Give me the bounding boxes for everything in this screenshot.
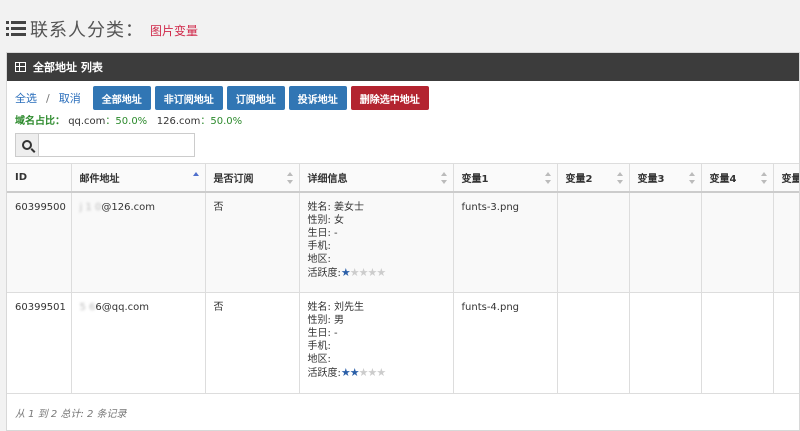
sort-icon bbox=[544, 172, 551, 184]
sort-asc-icon bbox=[192, 172, 199, 184]
star-icon: ★ bbox=[349, 265, 360, 279]
search-input[interactable] bbox=[38, 133, 195, 157]
complaint-addresses-button[interactable]: 投诉地址 bbox=[288, 86, 347, 110]
sort-icon bbox=[688, 172, 695, 184]
qq-percent: ：50.0% bbox=[105, 116, 148, 127]
panel-header: 全部地址 列表 bbox=[7, 53, 799, 81]
cell-var5 bbox=[773, 292, 799, 394]
table-row[interactable]: 60399500 j 1 0@126.com 否 姓名: 姜女士 性别: 女 生… bbox=[7, 191, 799, 293]
sort-icon bbox=[616, 172, 623, 184]
all-addresses-button[interactable]: 全部地址 bbox=[92, 86, 151, 110]
col-var1[interactable]: 变量1 bbox=[453, 163, 558, 193]
sort-icon bbox=[440, 172, 447, 184]
domain-share-label: 域名占比： bbox=[15, 116, 65, 127]
col-var2[interactable]: 变量2 bbox=[557, 163, 630, 193]
col-email[interactable]: 邮件地址 bbox=[71, 163, 206, 193]
table-row[interactable]: 60399501 5 66@qq.com 否 姓名: 刘先生 性别: 男 生日:… bbox=[7, 292, 799, 394]
domain-share: 域名占比： qq.com：50.0% 126.com：50.0% bbox=[15, 112, 242, 127]
star-icon: ★ bbox=[340, 265, 351, 279]
cancel-select-link[interactable]: 取消 bbox=[59, 90, 81, 106]
star-icon: ★ bbox=[376, 265, 386, 279]
page-subtitle: 图片变量 bbox=[150, 24, 199, 38]
cell-var1: funts-3.png bbox=[453, 191, 558, 293]
footer-divider bbox=[7, 393, 799, 394]
address-table: ID 邮件地址 是否订阅 详细信息 变量1 变量2 变量3 变量4 变量 603… bbox=[7, 163, 799, 394]
cell-subscribed: 否 bbox=[205, 191, 300, 293]
table-header-row: ID 邮件地址 是否订阅 详细信息 变量1 变量2 变量3 变量4 变量 bbox=[7, 163, 799, 193]
126-domain: 126.com bbox=[156, 116, 201, 127]
cell-subscribed: 否 bbox=[205, 292, 300, 394]
page-header: 联系人分类： 图片变量 bbox=[6, 14, 198, 44]
col-var3[interactable]: 变量3 bbox=[629, 163, 702, 193]
col-details[interactable]: 详细信息 bbox=[299, 163, 454, 193]
sort-icon bbox=[760, 172, 767, 184]
cell-var4 bbox=[701, 292, 774, 394]
star-icon: ★ bbox=[358, 265, 369, 279]
sort-icon bbox=[286, 172, 293, 184]
select-all-link[interactable]: 全选 bbox=[15, 90, 37, 106]
cell-var2 bbox=[557, 292, 630, 394]
qq-domain: qq.com bbox=[68, 116, 106, 127]
table-footer-summary: 从 1 到 2 总计: 2 条记录 bbox=[15, 409, 127, 420]
subscribed-addresses-button[interactable]: 订阅地址 bbox=[226, 86, 285, 110]
activity-stars: ★★★★★ bbox=[340, 265, 386, 280]
cell-var3 bbox=[629, 292, 702, 394]
star-icon: ★ bbox=[340, 366, 351, 379]
separator: / bbox=[46, 91, 50, 105]
cell-var5 bbox=[773, 191, 799, 293]
star-icon: ★ bbox=[376, 366, 386, 379]
search-icon bbox=[15, 133, 38, 157]
list-icon bbox=[6, 21, 26, 37]
star-icon: ★ bbox=[358, 366, 369, 379]
col-var5[interactable]: 变量 bbox=[773, 163, 799, 193]
cell-id: 60399500 bbox=[7, 191, 72, 293]
delete-selected-button[interactable]: 删除选中地址 bbox=[350, 86, 429, 110]
star-icon: ★ bbox=[349, 366, 360, 379]
cell-id: 60399501 bbox=[7, 292, 72, 394]
cell-details: 姓名: 刘先生 性别: 男 生日: - 手机: 地区: 活跃度:★★★★★ bbox=[299, 292, 454, 394]
activity-stars: ★★★★★ bbox=[340, 366, 386, 380]
cell-var3 bbox=[629, 191, 702, 293]
cell-var4 bbox=[701, 191, 774, 293]
cell-details: 姓名: 姜女士 性别: 女 生日: - 手机: 地区: 活跃度:★★★★★ bbox=[299, 191, 454, 293]
cell-email: 5 66@qq.com bbox=[71, 292, 206, 394]
col-var4[interactable]: 变量4 bbox=[701, 163, 774, 193]
panel-title: 全部地址 列表 bbox=[33, 61, 103, 74]
cell-email: j 1 0@126.com bbox=[71, 191, 206, 293]
col-subscribed[interactable]: 是否订阅 bbox=[205, 163, 300, 193]
toolbar: 全选 / 取消 全部地址 非订阅地址 订阅地址 投诉地址 删除选中地址 bbox=[15, 86, 433, 110]
address-list-panel: 全部地址 列表 全选 / 取消 全部地址 非订阅地址 订阅地址 投诉地址 删除选… bbox=[6, 52, 800, 431]
table-icon bbox=[15, 62, 26, 72]
search-box bbox=[15, 133, 195, 157]
unsubscribed-addresses-button[interactable]: 非订阅地址 bbox=[154, 86, 223, 110]
col-id[interactable]: ID bbox=[7, 163, 72, 193]
cell-var1: funts-4.png bbox=[453, 292, 558, 394]
126-percent: ：50.0% bbox=[200, 116, 243, 127]
cell-var2 bbox=[557, 191, 630, 293]
page-title: 联系人分类： bbox=[30, 20, 144, 41]
